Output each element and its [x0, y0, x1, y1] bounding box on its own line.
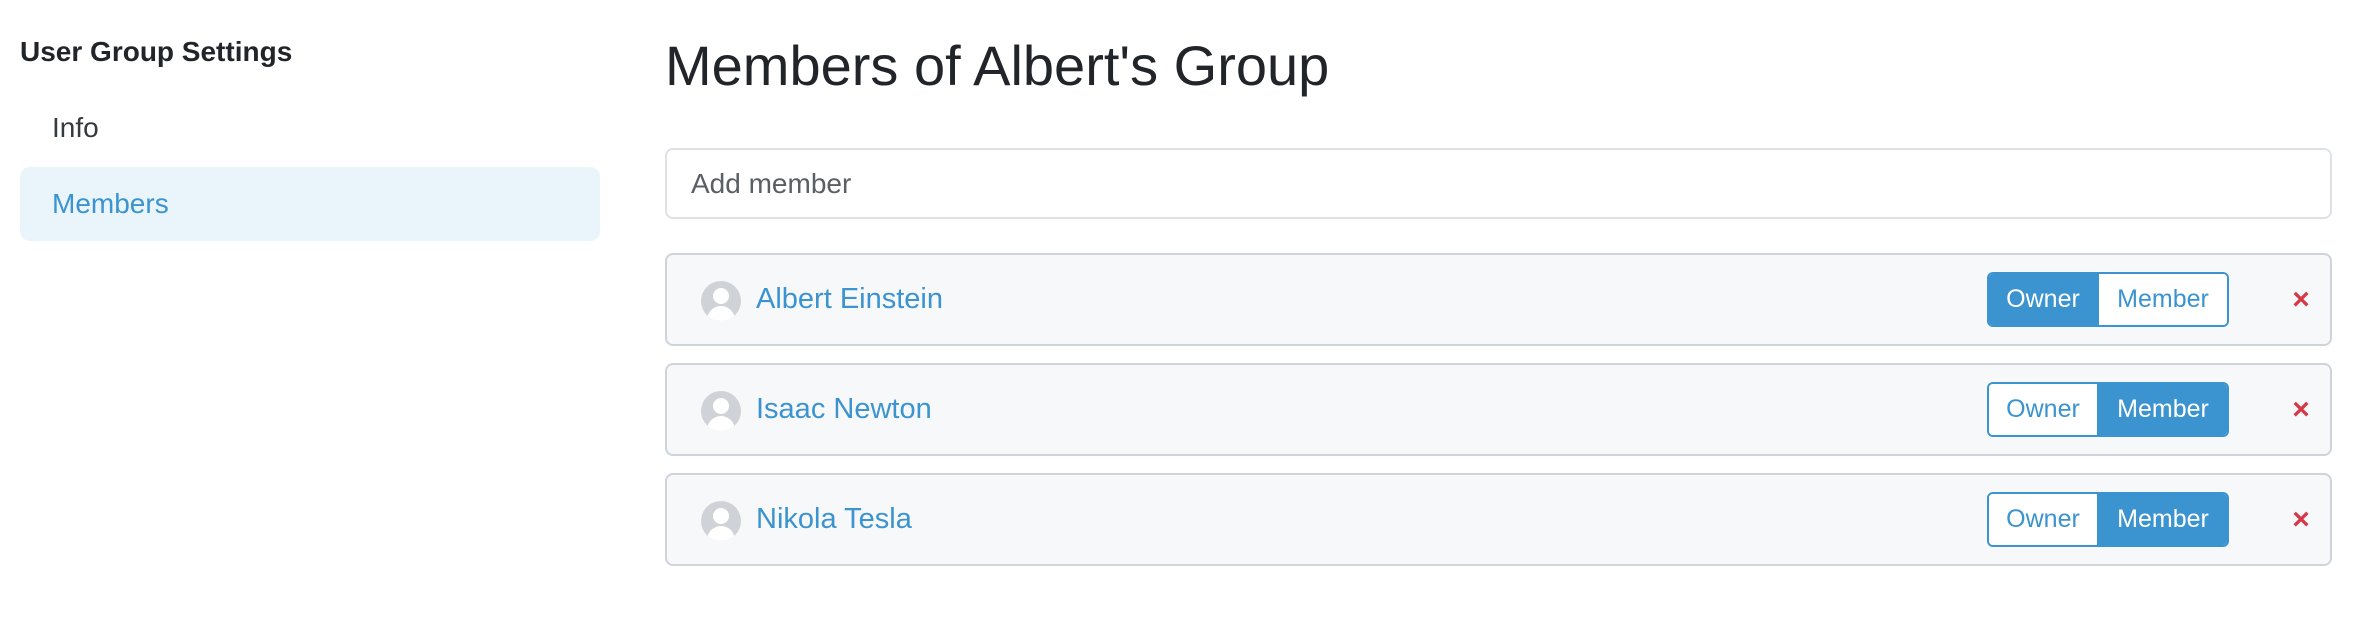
role-owner-button[interactable]: Owner — [1989, 384, 2099, 435]
member-row: Nikola Tesla Owner Member × — [665, 473, 2332, 566]
role-member-button[interactable]: Member — [2099, 384, 2227, 435]
role-toggle: Owner Member — [1987, 272, 2229, 327]
add-member-input[interactable] — [665, 148, 2332, 219]
role-toggle: Owner Member — [1987, 382, 2229, 437]
sidebar-item-members[interactable]: Members — [20, 167, 600, 241]
remove-member-icon[interactable]: × — [2283, 475, 2319, 564]
sidebar-title: User Group Settings — [20, 36, 293, 67]
role-member-button[interactable]: Member — [2099, 274, 2227, 325]
role-member-button[interactable]: Member — [2099, 494, 2227, 545]
sidebar-item-info[interactable]: Info — [20, 91, 600, 165]
avatar — [701, 501, 741, 541]
member-row: Albert Einstein Owner Member × — [665, 253, 2332, 346]
role-owner-button[interactable]: Owner — [1989, 274, 2099, 325]
page-title: Members of Albert's Group — [665, 34, 1330, 97]
member-name-link[interactable]: Nikola Tesla — [756, 475, 912, 564]
member-row: Isaac Newton Owner Member × — [665, 363, 2332, 456]
member-name-link[interactable]: Isaac Newton — [756, 365, 932, 454]
avatar — [701, 281, 741, 321]
remove-member-icon[interactable]: × — [2283, 365, 2319, 454]
member-name-link[interactable]: Albert Einstein — [756, 255, 943, 344]
remove-member-icon[interactable]: × — [2283, 255, 2319, 344]
role-toggle: Owner Member — [1987, 492, 2229, 547]
avatar — [701, 391, 741, 431]
role-owner-button[interactable]: Owner — [1989, 494, 2099, 545]
